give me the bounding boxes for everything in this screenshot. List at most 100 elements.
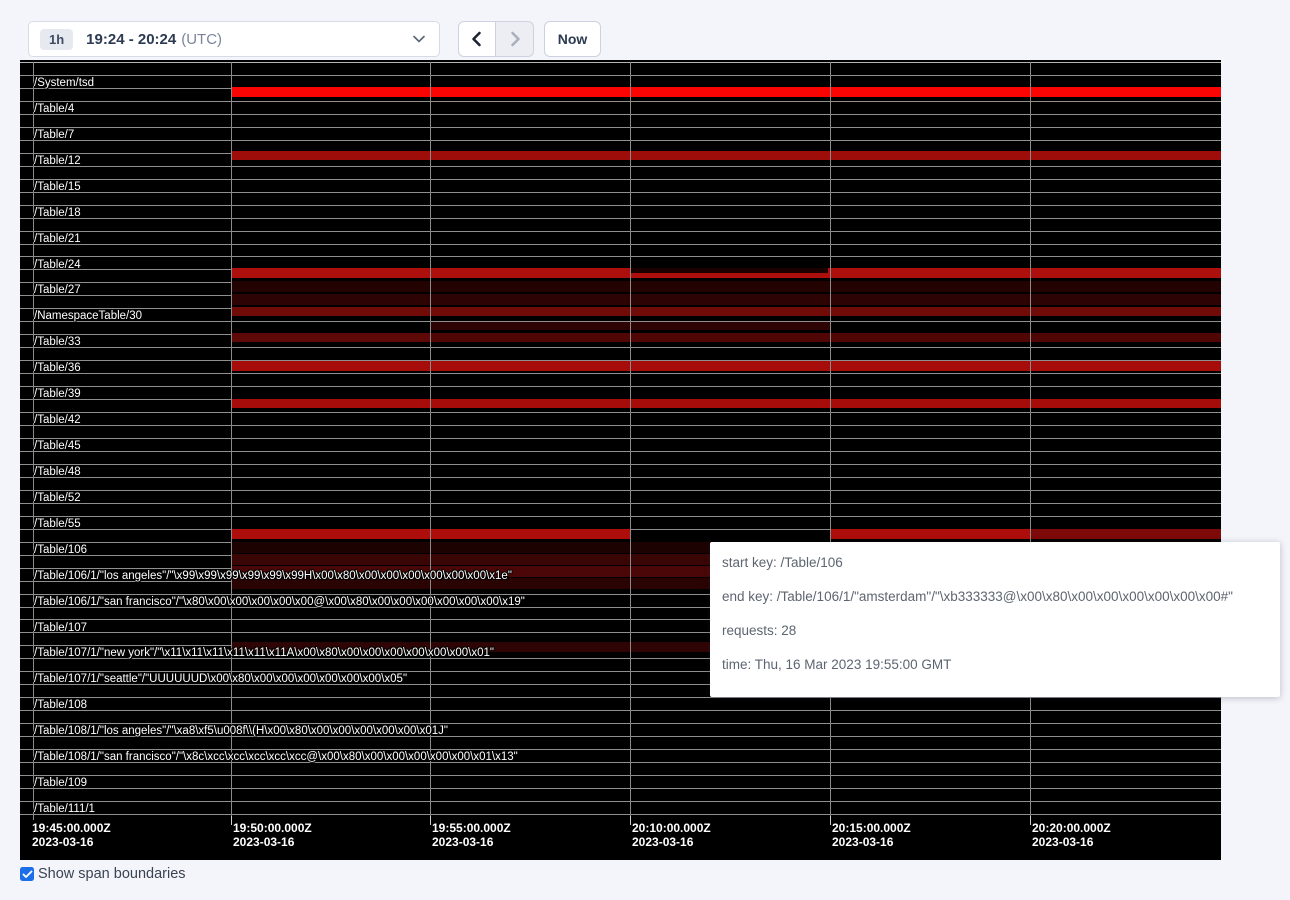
span-boundary-line bbox=[20, 244, 1221, 245]
timezone-text: (UTC) bbox=[181, 31, 222, 48]
span-boundary-line bbox=[20, 347, 1221, 348]
span-boundary-line bbox=[20, 101, 1221, 102]
time-bucket-boundary bbox=[630, 62, 631, 820]
row-label: /Table/36 bbox=[34, 362, 81, 375]
span-boundary-line bbox=[20, 503, 1221, 504]
row-label: /System/tsd bbox=[34, 77, 94, 90]
span-boundary-line bbox=[20, 801, 1221, 802]
x-axis-label: 20:10:00.000Z 2023-03-16 bbox=[632, 822, 711, 849]
time-bucket-boundary bbox=[231, 62, 232, 820]
row-label: /Table/107 bbox=[34, 622, 87, 635]
heat-band bbox=[630, 268, 828, 273]
span-boundary-line bbox=[20, 114, 1221, 115]
row-label: /Table/108/1/"san francisco"/"\x8c\xcc\x… bbox=[34, 751, 518, 764]
heat-band bbox=[231, 399, 1221, 408]
heat-band bbox=[231, 281, 1221, 292]
show-span-boundaries-checkbox[interactable] bbox=[20, 867, 34, 881]
row-label: /Table/39 bbox=[34, 388, 81, 401]
row-label: /Table/111/1 bbox=[34, 803, 95, 816]
span-tooltip: start key: /Table/106 end key: /Table/10… bbox=[710, 542, 1280, 697]
x-axis-label: 20:15:00.000Z 2023-03-16 bbox=[832, 822, 911, 849]
span-boundary-line bbox=[20, 775, 1221, 776]
row-label: /Table/7 bbox=[34, 129, 74, 142]
row-label: /Table/108/1/"los angeles"/"\xa8\xf5\u00… bbox=[34, 725, 448, 738]
row-label: /Table/55 bbox=[34, 518, 81, 531]
tooltip-requests: requests: 28 bbox=[722, 623, 1268, 643]
span-boundary-line bbox=[20, 788, 1221, 789]
row-label: /Table/106/1/"san francisco"/"\x80\x00\x… bbox=[34, 596, 525, 609]
now-button[interactable]: Now bbox=[544, 21, 601, 57]
axis-tick bbox=[630, 816, 631, 825]
heat-band bbox=[231, 333, 430, 342]
tooltip-end-key: end key: /Table/106/1/"amsterdam"/"\xb33… bbox=[722, 589, 1268, 609]
x-axis-label: 19:55:00.000Z 2023-03-16 bbox=[432, 822, 511, 849]
toolbar: 1h 19:24 - 20:24 (UTC) Now bbox=[0, 0, 1290, 60]
span-boundary-line bbox=[20, 814, 1221, 815]
row-label: /NamespaceTable/30 bbox=[34, 310, 142, 323]
prev-window-button[interactable] bbox=[458, 21, 496, 57]
row-label: /Table/24 bbox=[34, 259, 81, 272]
span-boundary-line bbox=[20, 710, 1221, 711]
time-bucket-boundary bbox=[1030, 62, 1031, 820]
next-window-button[interactable] bbox=[496, 21, 534, 57]
heat-band bbox=[231, 151, 1221, 160]
row-label: /Table/106 bbox=[34, 544, 87, 557]
span-boundary-line bbox=[20, 425, 1221, 426]
span-boundary-line bbox=[20, 464, 1221, 465]
span-boundary-line bbox=[20, 749, 1221, 750]
time-bucket-boundary bbox=[830, 62, 831, 820]
tooltip-time: time: Thu, 16 Mar 2023 19:55:00 GMT bbox=[722, 657, 1268, 677]
heat-band bbox=[231, 361, 1221, 371]
span-boundary-line bbox=[20, 192, 1221, 193]
span-boundary-line bbox=[20, 256, 1221, 257]
span-boundary-line bbox=[20, 516, 1221, 517]
span-boundary-line bbox=[20, 62, 1221, 63]
axis-tick bbox=[231, 816, 232, 825]
row-label: /Table/106/1/"los angeles"/"\x99\x99\x99… bbox=[34, 570, 512, 583]
span-boundary-line bbox=[20, 218, 1221, 219]
row-label: /Table/52 bbox=[34, 492, 81, 505]
row-label: /Table/15 bbox=[34, 181, 81, 194]
row-label: /Table/33 bbox=[34, 336, 81, 349]
span-boundary-line bbox=[20, 373, 1221, 374]
axis-tick bbox=[430, 816, 431, 825]
row-label: /Table/42 bbox=[34, 414, 81, 427]
time-nav-group bbox=[458, 21, 534, 57]
row-label: /Table/18 bbox=[34, 207, 81, 220]
time-bucket-boundary bbox=[430, 62, 431, 820]
row-label: /Table/107/1/"new york"/"\x11\x11\x11\x1… bbox=[34, 647, 494, 660]
span-boundary-line bbox=[20, 477, 1221, 478]
show-span-boundaries-label: Show span boundaries bbox=[38, 866, 186, 882]
heat-band bbox=[830, 529, 1030, 539]
heat-band bbox=[231, 307, 1221, 316]
span-boundary-line bbox=[20, 231, 1221, 232]
heat-band bbox=[231, 87, 1221, 97]
span-boundary-line bbox=[20, 490, 1221, 491]
span-boundary-line bbox=[20, 205, 1221, 206]
time-range-selector[interactable]: 1h 19:24 - 20:24 (UTC) bbox=[28, 21, 440, 57]
span-boundary-line bbox=[20, 166, 1221, 167]
time-range-text: 19:24 - 20:24 bbox=[86, 31, 176, 48]
tooltip-start-key: start key: /Table/106 bbox=[722, 555, 1268, 575]
chevron-down-icon bbox=[413, 35, 425, 43]
axis-tick bbox=[830, 816, 831, 825]
span-boundary-line bbox=[20, 697, 1221, 698]
axis-tick bbox=[1030, 816, 1031, 825]
span-boundary-line bbox=[20, 451, 1221, 452]
row-label: /Table/108 bbox=[34, 699, 87, 712]
x-axis-label: 19:50:00.000Z 2023-03-16 bbox=[233, 822, 312, 849]
row-label: /Table/12 bbox=[34, 155, 81, 168]
row-label: /Table/48 bbox=[34, 466, 81, 479]
row-label: /Table/109 bbox=[34, 777, 87, 790]
span-boundary-line bbox=[20, 386, 1221, 387]
key-visualizer-canvas[interactable]: /System/tsd/Table/4/Table/7/Table/12/Tab… bbox=[20, 60, 1221, 860]
row-label: /Table/27 bbox=[34, 284, 81, 297]
span-boundary-line bbox=[20, 412, 1221, 413]
duration-badge: 1h bbox=[40, 29, 73, 50]
x-axis-label: 20:20:00.000Z 2023-03-16 bbox=[1032, 822, 1111, 849]
span-boundary-line bbox=[20, 140, 1221, 141]
row-label: /Table/4 bbox=[34, 103, 74, 116]
span-boundary-line bbox=[20, 179, 1221, 180]
x-axis-label: 19:45:00.000Z 2023-03-16 bbox=[32, 822, 111, 849]
row-label: /Table/107/1/"seattle"/"UUUUUUD\x00\x80\… bbox=[34, 673, 407, 686]
